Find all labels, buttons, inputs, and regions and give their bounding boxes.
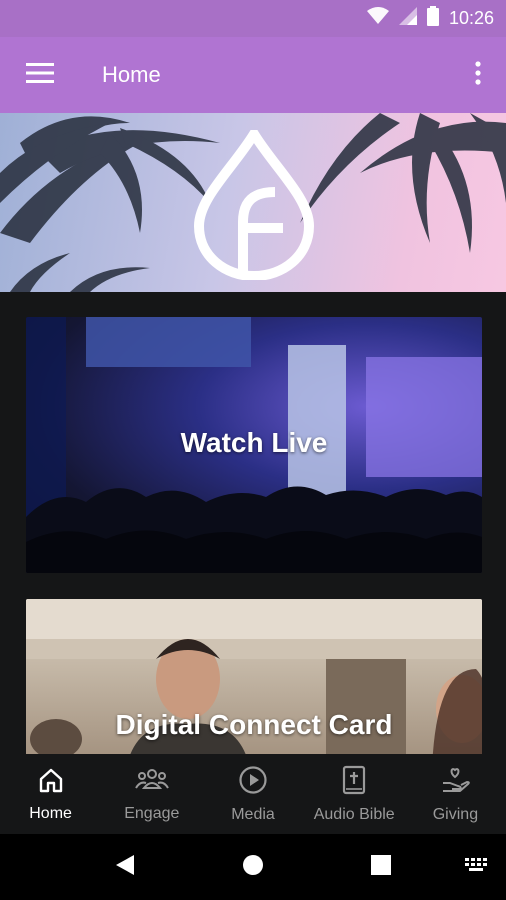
page-title: Home <box>102 62 161 87</box>
nav-engage[interactable]: Engage <box>101 754 202 834</box>
nav-audio-bible-label: Audio Bible <box>313 805 395 823</box>
clock: 10:26 <box>448 8 494 28</box>
recents-button[interactable] <box>366 852 396 882</box>
nav-media[interactable]: Media <box>202 754 303 834</box>
digital-connect-card[interactable]: Digital Connect Card <box>26 599 482 754</box>
nav-media-label: Media <box>231 805 275 823</box>
back-button[interactable] <box>110 852 140 882</box>
nav-home-label: Home <box>29 804 72 822</box>
keyboard-icon <box>465 857 489 877</box>
watch-live-label: Watch Live <box>180 427 328 458</box>
hero-banner <box>0 113 506 292</box>
digital-connect-label: Digital Connect Card <box>115 709 393 740</box>
home-icon <box>37 766 65 799</box>
overflow-menu-button[interactable] <box>450 37 506 113</box>
hamburger-icon <box>26 62 54 88</box>
giving-hand-icon <box>440 765 471 800</box>
bible-icon <box>341 765 367 800</box>
people-icon <box>134 766 169 799</box>
watch-live-card[interactable]: Watch Live <box>26 317 482 573</box>
nav-engage-label: Engage <box>124 804 180 822</box>
status-bar: 10:26 <box>0 0 506 37</box>
more-vertical-icon <box>475 60 481 90</box>
content-feed: Watch Live Digital Connect Card <box>0 292 506 754</box>
church-logo <box>193 124 315 282</box>
wifi-icon <box>366 7 389 30</box>
system-nav-bar <box>0 834 506 900</box>
battery-icon <box>426 6 439 31</box>
recents-square-icon <box>370 854 392 881</box>
home-system-button[interactable] <box>238 852 268 882</box>
nav-giving-label: Giving <box>432 805 479 823</box>
nav-giving[interactable]: Giving <box>405 754 506 834</box>
app-bar: Home <box>0 37 506 113</box>
nav-home[interactable]: Home <box>0 754 101 834</box>
signal-icon <box>398 7 417 30</box>
play-circle-icon <box>238 765 268 800</box>
home-circle-icon <box>241 853 265 882</box>
back-triangle-icon <box>114 853 136 882</box>
nav-audio-bible[interactable]: Audio Bible <box>304 754 405 834</box>
keyboard-button[interactable] <box>462 852 492 882</box>
bottom-nav: Home Engage Media Audio Bible Giving <box>0 754 506 834</box>
menu-button[interactable] <box>0 37 80 113</box>
